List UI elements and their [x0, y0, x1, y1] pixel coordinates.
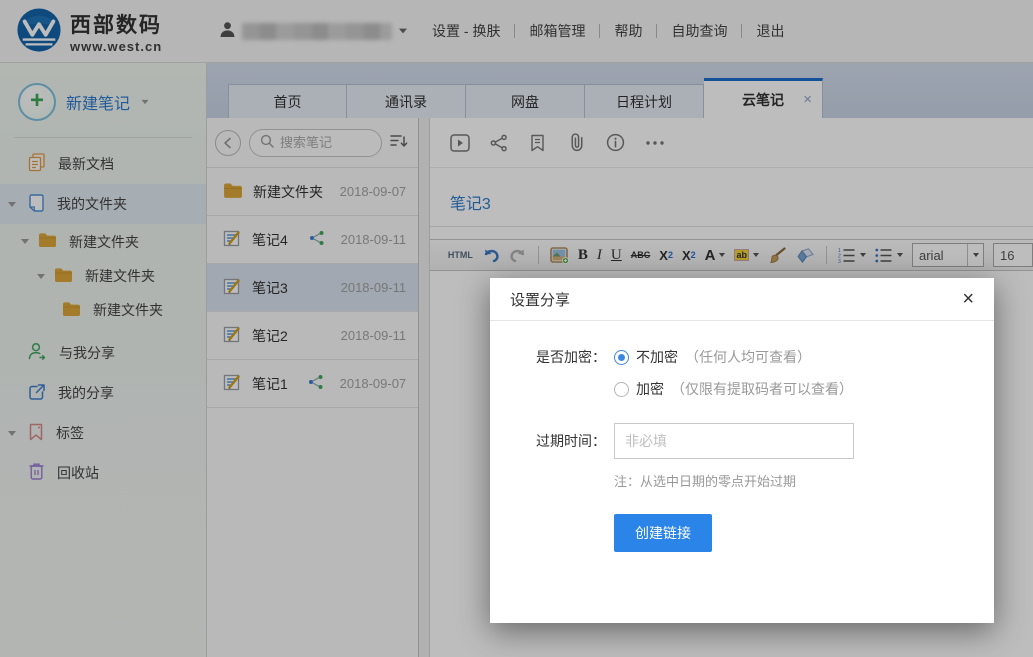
share-settings-dialog: 设置分享 × 是否加密： 不加密 （任何人均可查看） 加密 （仅限有提取码者可以…: [490, 278, 994, 623]
encrypt-radio-group: 不加密 （任何人均可查看） 加密 （仅限有提取码者可以查看）: [614, 347, 853, 399]
radio-no-encrypt[interactable]: 不加密 （任何人均可查看）: [614, 347, 853, 367]
dialog-title: 设置分享: [510, 289, 570, 310]
expire-label: 过期时间：: [490, 431, 606, 451]
encrypt-row: 是否加密： 不加密 （任何人均可查看） 加密 （仅限有提取码者可以查看）: [490, 347, 994, 399]
dialog-header: 设置分享 ×: [490, 278, 994, 321]
expire-row: 过期时间：: [490, 423, 994, 459]
close-icon[interactable]: ×: [962, 289, 974, 309]
radio-unchecked-icon[interactable]: [614, 382, 629, 397]
radio-checked-icon[interactable]: [614, 350, 629, 365]
radio-encrypt[interactable]: 加密 （仅限有提取码者可以查看）: [614, 379, 853, 399]
expire-date-input[interactable]: [614, 423, 854, 459]
expire-note: 注：从选中日期的零点开始过期: [614, 471, 994, 490]
create-link-button[interactable]: 创建链接: [614, 514, 712, 552]
encrypt-label: 是否加密：: [490, 347, 606, 399]
